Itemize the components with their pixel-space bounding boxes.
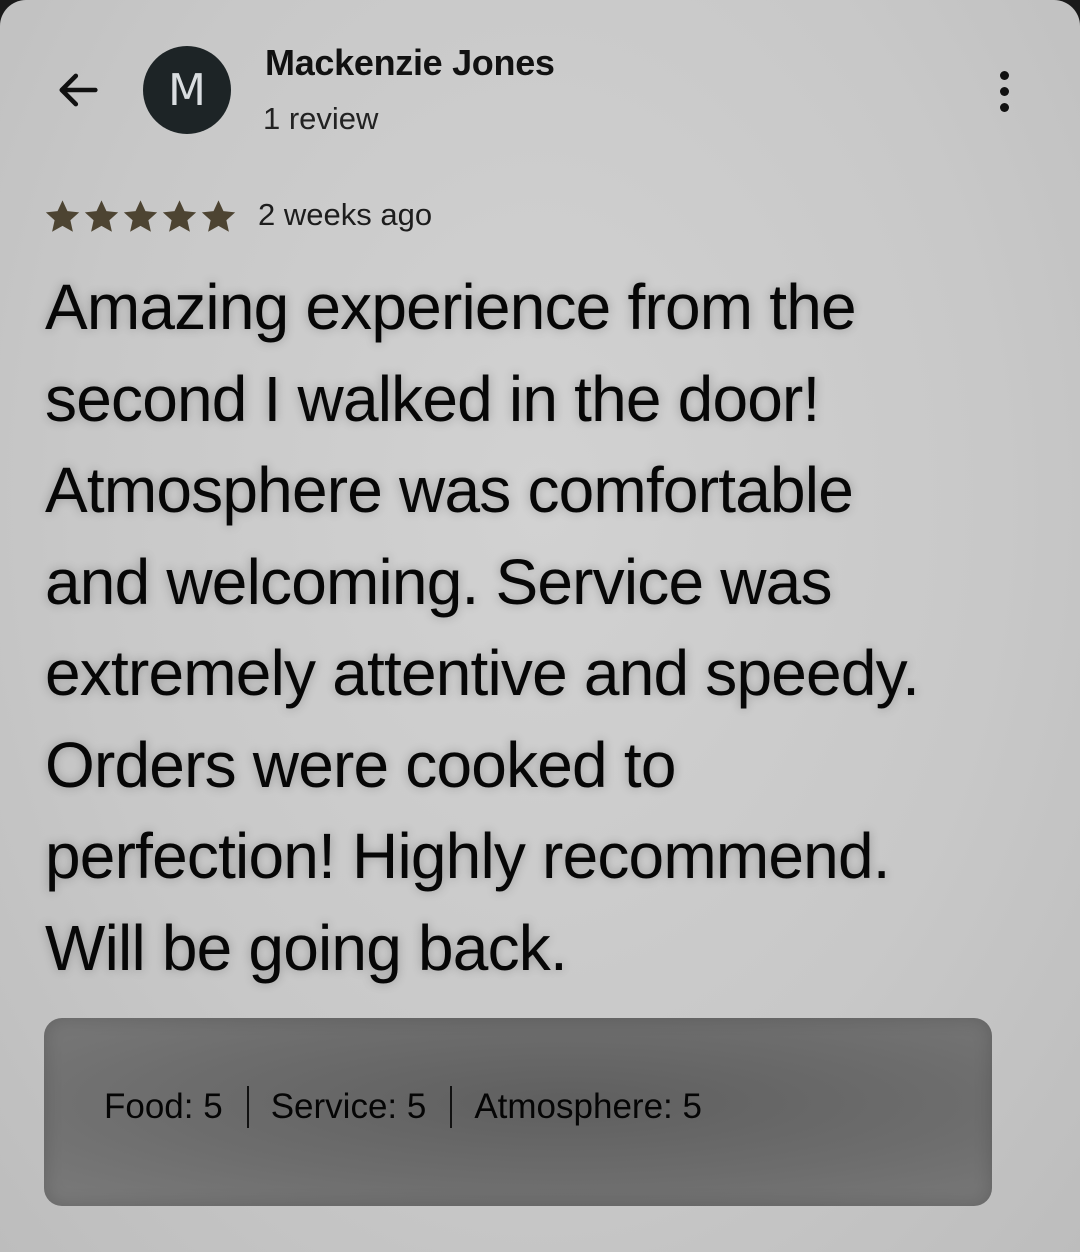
- rating-separator: [246, 1086, 249, 1128]
- review-time: 2 weeks ago: [258, 197, 433, 232]
- attribute-rating: Food: 5: [104, 1087, 223, 1126]
- back-button[interactable]: [50, 62, 106, 118]
- review-text-line: Orders were cooked to: [45, 728, 676, 801]
- attribute-rating: Service: 5: [270, 1087, 427, 1126]
- arrow-back-icon: [59, 73, 98, 107]
- review-text-line: extremely attentive and speedy.: [45, 637, 920, 709]
- rating-separator: [450, 1086, 453, 1128]
- review-text-line: Atmosphere was comfortable: [45, 454, 854, 526]
- review-text-line: and welcoming. Service was: [45, 545, 832, 618]
- review-text: Amazing experience from the second I walk…: [45, 262, 1045, 994]
- star-icon: [123, 200, 158, 232]
- avatar[interactable]: M: [143, 46, 231, 134]
- star-icon: [162, 200, 197, 232]
- author-name[interactable]: Mackenzie Jones: [265, 42, 555, 84]
- attribute-ratings: Food: 5 Service: 5 Atmosphere: 5: [44, 1018, 992, 1206]
- review-text-line: perfection! Highly recommend.: [45, 820, 891, 892]
- avatar-initial: M: [168, 64, 206, 116]
- star-icon: [45, 200, 80, 232]
- more-vertical-icon: [999, 70, 1009, 80]
- review-card: M Mackenzie Jones 1 review 2 weeks ago A…: [0, 0, 1080, 1252]
- more-options-button[interactable]: [985, 64, 1023, 118]
- author-review-count: 1 review: [263, 101, 379, 136]
- ratings-row: Food: 5 Service: 5 Atmosphere: 5: [104, 1086, 702, 1128]
- attribute-rating: Atmosphere: 5: [474, 1087, 702, 1126]
- review-text-line: Will be going back.: [45, 911, 568, 984]
- star-icon: [201, 200, 236, 232]
- review-text-line: second I walked in the door!: [45, 362, 820, 435]
- star-rating: [43, 196, 238, 238]
- star-icon: [84, 200, 119, 232]
- review-text-line: Amazing experience from the: [45, 271, 857, 343]
